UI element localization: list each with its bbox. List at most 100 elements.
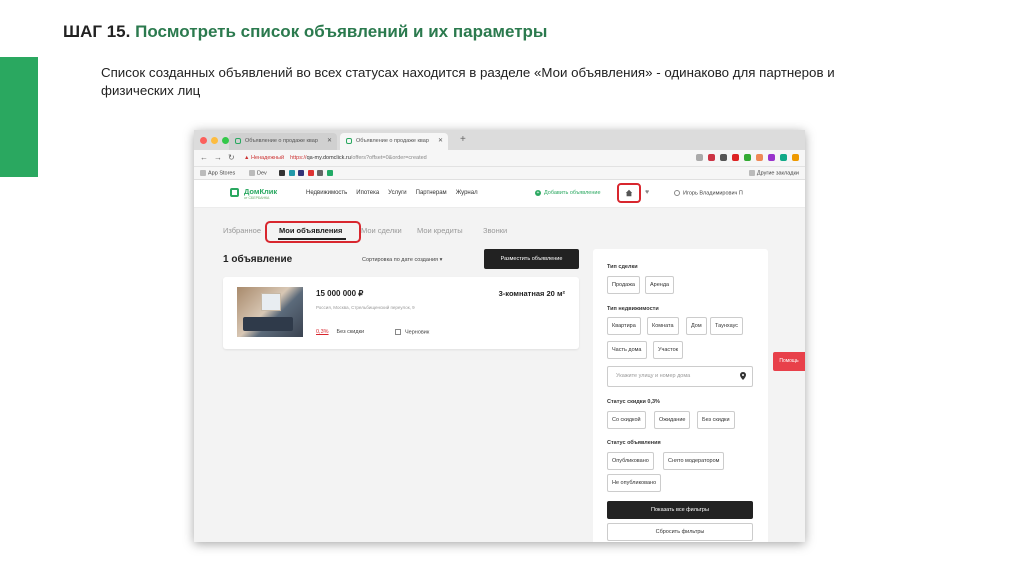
title-text: Посмотреть список объявлений и их параме… — [135, 22, 548, 41]
browser-tab-active[interactable]: Объявление о продаже квар ✕ — [340, 133, 448, 150]
filter-chip[interactable]: Ожидание — [654, 411, 691, 429]
extensions-bar — [696, 154, 799, 161]
listing-count: 1 объявление — [223, 254, 293, 265]
minimize-dot[interactable] — [211, 137, 218, 144]
filter-chip[interactable]: Не опубликовано — [607, 474, 662, 492]
post-listing-button[interactable]: Разместить объявление — [484, 249, 579, 269]
menu-item[interactable]: Журнал — [456, 190, 478, 196]
filter-chip[interactable]: Дом — [686, 317, 707, 335]
filter-chip[interactable]: Без скидки — [697, 411, 735, 429]
home-icon — [625, 189, 633, 197]
site-header: ДомКлик от СБЕРБАНКА Недвижимость Ипотек… — [194, 180, 805, 208]
listing-photo — [237, 287, 303, 337]
sofa-shape — [243, 317, 293, 331]
extension-icon[interactable] — [708, 154, 715, 161]
profile-icon[interactable] — [792, 154, 799, 161]
bookmark-icon[interactable] — [317, 170, 324, 176]
url-field[interactable]: ▲ Ненадежный https://qa-my.domclick.ru/of… — [244, 155, 427, 161]
browser-tab[interactable]: Объявление о продаже квар ✕ — [229, 133, 337, 150]
bookmark-icon[interactable] — [288, 170, 295, 176]
extension-icon[interactable] — [732, 154, 739, 161]
filter-chip[interactable]: Аренда — [645, 276, 675, 294]
insecure-label: ▲ Ненадежный — [244, 155, 285, 161]
slide-title: ШАГ 15. Посмотреть список объявлений и и… — [63, 22, 547, 42]
listing-rooms: 3-комнатная 20 м² — [498, 289, 565, 298]
discount-percent[interactable]: 0,3% — [316, 329, 329, 335]
reset-filters-button[interactable]: Сбросить фильтры — [607, 523, 753, 541]
step-label: ШАГ 15. — [63, 22, 131, 41]
help-button[interactable]: Помощь — [773, 352, 805, 371]
filter-chip[interactable]: Часть дома — [607, 341, 647, 359]
bookmark-app-stores[interactable]: App Stores — [200, 170, 235, 176]
tab-favorites[interactable]: Избранное — [223, 226, 261, 235]
listing-status: Черновик — [395, 329, 429, 335]
tab-label: Объявление о продаже квар — [245, 138, 318, 144]
address-input[interactable]: Укажите улицу и номер дома — [607, 366, 753, 387]
filter-chip[interactable]: Снято модератором — [663, 452, 725, 470]
bookmark-icon[interactable] — [307, 170, 314, 176]
bookmark-icon[interactable] — [279, 170, 285, 176]
forward-icon[interactable]: → — [214, 153, 222, 162]
tab-my-credits[interactable]: Мои кредиты — [417, 226, 463, 235]
show-all-filters-button[interactable]: Показать все фильтры — [607, 501, 753, 519]
bookmark-other[interactable]: Другие закладки — [748, 170, 799, 176]
filter-chip[interactable]: Участок — [653, 341, 684, 359]
browser-tabbar: Объявление о продаже квар ✕ Объявление о… — [194, 130, 805, 150]
listing-card[interactable]: 15 000 000 ₽ 3-комнатная 20 м² Россия, М… — [223, 277, 579, 349]
menu-item[interactable]: Недвижимость — [306, 190, 347, 196]
property-type-label: Тип недвижимости — [607, 306, 659, 312]
listing-status-label: Статус объявления — [607, 440, 661, 446]
folder-icon — [200, 170, 206, 176]
description: Список созданных объявлений во всех стат… — [101, 65, 835, 98]
reload-icon[interactable]: ↻ — [228, 153, 235, 162]
discount-status-label: Статус скидки 0,3% — [607, 399, 660, 405]
site-logo[interactable]: ДомКлик от СБЕРБАНКА — [244, 187, 277, 200]
filter-chip[interactable]: Таунхаус — [710, 317, 744, 335]
accent-bar — [0, 57, 38, 177]
close-dot[interactable] — [200, 137, 207, 144]
window-controls — [200, 137, 229, 144]
filters-panel: Тип сделки Продажа Аренда Тип недвижимос… — [593, 249, 768, 542]
extension-icon[interactable] — [768, 154, 775, 161]
tab-my-deals[interactable]: Мои сделки — [361, 226, 402, 235]
filter-chip[interactable]: Продажа — [607, 276, 640, 294]
filter-chip[interactable]: Квартира — [607, 317, 641, 335]
extension-icon[interactable] — [756, 154, 763, 161]
extension-icon[interactable] — [720, 154, 727, 161]
chevron-down-icon: ▾ — [439, 257, 443, 263]
extension-icon[interactable] — [744, 154, 751, 161]
sort-dropdown[interactable]: Сортировка по дате создания ▾ — [362, 257, 442, 263]
url-path: /offers?offset=0&order=created — [350, 155, 427, 161]
bookmark-icon[interactable] — [326, 170, 333, 176]
extension-icon[interactable] — [780, 154, 787, 161]
menu-item[interactable]: Партнерам — [416, 190, 447, 196]
plus-icon: + — [535, 190, 541, 196]
tab-calls[interactable]: Звонки — [483, 226, 507, 235]
draft-icon — [395, 329, 401, 335]
bookmark-icon[interactable] — [298, 170, 305, 176]
star-icon[interactable] — [696, 154, 703, 161]
back-icon[interactable]: ← — [200, 153, 208, 162]
filter-chip[interactable]: Со скидкой — [607, 411, 646, 429]
favicon-icon — [235, 138, 241, 144]
folder-icon — [249, 170, 255, 176]
menu-item[interactable]: Ипотека — [356, 190, 379, 196]
user-menu[interactable]: Игорь Владимирович П — [674, 190, 743, 196]
maximize-dot[interactable] — [222, 137, 229, 144]
highlight-box — [265, 221, 361, 243]
folder-icon — [748, 170, 755, 176]
filter-chip[interactable]: Комната — [647, 317, 679, 335]
slide: ШАГ 15. Посмотреть список объявлений и и… — [0, 0, 1024, 574]
close-icon[interactable]: ✕ — [327, 137, 332, 144]
add-listing-link[interactable]: + Добавить объявление — [535, 190, 601, 196]
discount-info: 0,3% Без скидки — [316, 329, 364, 335]
filter-chip[interactable]: Опубликовано — [607, 452, 654, 470]
close-icon[interactable]: ✕ — [438, 137, 443, 144]
menu-item[interactable]: Услуги — [388, 190, 406, 196]
url-host: qa-my.domclick.ru — [306, 155, 351, 161]
home-button[interactable] — [617, 183, 641, 203]
bookmark-dev[interactable]: Dev — [249, 170, 267, 176]
main-menu: Недвижимость Ипотека Услуги Партнерам Жу… — [306, 190, 478, 196]
favorites-icon[interactable]: ♥ — [645, 189, 649, 196]
new-tab-icon[interactable]: + — [460, 134, 466, 145]
